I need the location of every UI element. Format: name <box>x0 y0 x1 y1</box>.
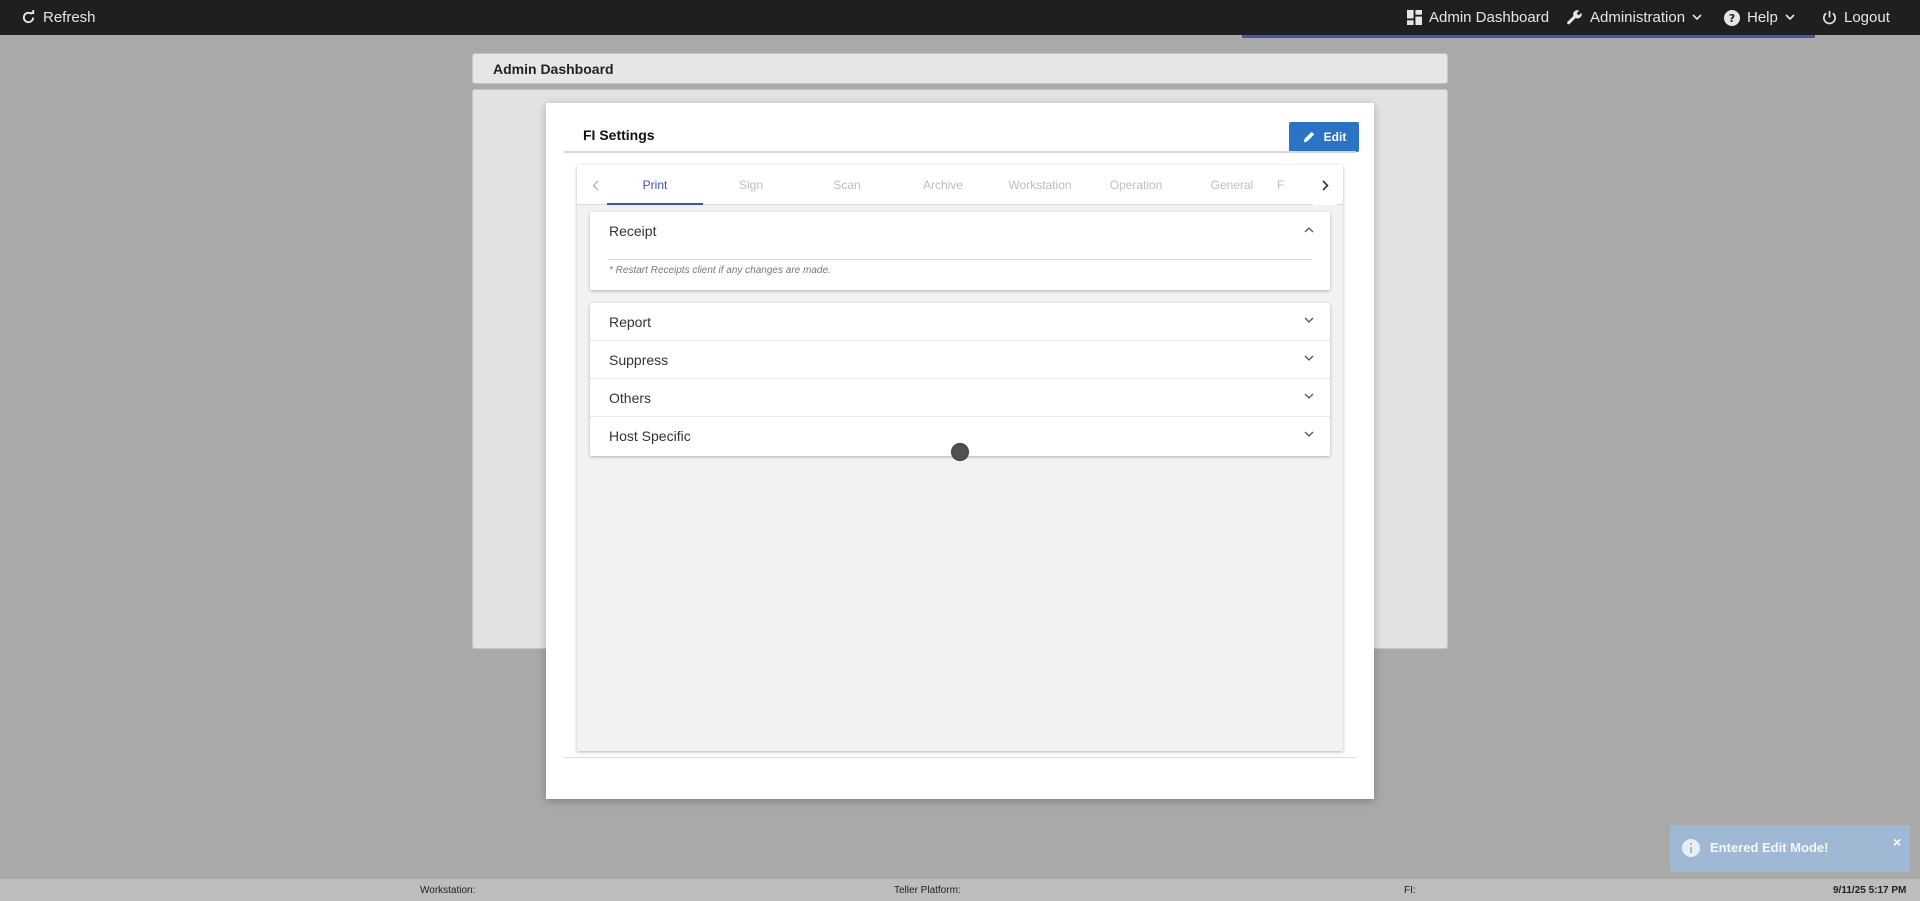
svg-text:?: ? <box>1729 12 1735 25</box>
chevron-left-icon <box>592 180 598 190</box>
chevron-down-icon <box>1692 14 1702 21</box>
top-nav-bar: Refresh Admin Dashboard Administration ?… <box>0 0 1920 38</box>
tab-scroll-left[interactable] <box>583 165 607 205</box>
collapsed-sections: Report Suppress Others Host Specific <box>590 303 1330 456</box>
question-circle-icon: ? <box>1724 9 1740 26</box>
fi-status: FI: <box>1404 885 1416 896</box>
active-tab-indicator <box>607 203 703 205</box>
loading-accent-bar <box>1242 35 1815 38</box>
page-title: Admin Dashboard <box>493 61 614 77</box>
chevron-down-icon <box>1304 393 1314 399</box>
tab-sign[interactable]: Sign <box>703 165 799 205</box>
title-divider <box>564 151 1356 153</box>
receipt-header[interactable]: Receipt <box>590 212 1330 250</box>
status-bar: Workstation: Teller Platform: FI: 9/11/2… <box>0 879 1920 901</box>
tab-scan[interactable]: Scan <box>799 165 895 205</box>
refresh-button[interactable]: Refresh <box>21 0 96 35</box>
report-header[interactable]: Report <box>590 303 1330 341</box>
workstation-status: Workstation: <box>420 885 476 896</box>
toast-message: Entered Edit Mode! <box>1710 840 1829 855</box>
tab-print[interactable]: Print <box>607 165 703 205</box>
edit-mode-toast: Entered Edit Mode! × <box>1670 825 1910 872</box>
tab-f[interactable]: F <box>1273 165 1313 205</box>
edit-button[interactable]: Edit <box>1289 122 1359 152</box>
others-label: Others <box>609 390 652 406</box>
settings-tab-bar: Print Sign Scan Archive Workstation Oper… <box>577 165 1343 205</box>
page-header: Admin Dashboard <box>472 53 1448 84</box>
admin-dashboard-label: Admin Dashboard <box>1429 9 1550 26</box>
teller-platform-status: Teller Platform: <box>894 885 961 896</box>
tab-archive[interactable]: Archive <box>895 165 991 205</box>
administration-menu[interactable]: Administration <box>1566 0 1702 35</box>
modal-title: FI Settings <box>583 127 655 143</box>
tab-general[interactable]: General <box>1184 165 1280 205</box>
refresh-icon <box>22 10 35 24</box>
administration-label: Administration <box>1590 9 1686 26</box>
suppress-header[interactable]: Suppress <box>590 341 1330 379</box>
receipt-label: Receipt <box>609 223 657 239</box>
others-header[interactable]: Others <box>590 379 1330 417</box>
refresh-label: Refresh <box>43 9 96 26</box>
receipt-note: * Restart Receipts client if any changes… <box>609 265 831 276</box>
admin-dashboard-link[interactable]: Admin Dashboard <box>1407 0 1549 35</box>
wrench-icon <box>1567 10 1582 25</box>
receipt-section: Receipt * Restart Receipts client if any… <box>590 212 1330 290</box>
toast-close-button[interactable]: × <box>1893 834 1901 850</box>
logout-label: Logout <box>1844 9 1890 26</box>
host-specific-label: Host Specific <box>609 428 691 444</box>
receipt-divider <box>608 259 1312 260</box>
tab-workstation[interactable]: Workstation <box>992 165 1088 205</box>
suppress-label: Suppress <box>609 352 669 368</box>
help-label: Help <box>1747 9 1778 26</box>
datetime-status: 9/11/25 5:17 PM <box>1833 885 1907 896</box>
chevron-up-icon <box>1304 227 1314 233</box>
tab-operation[interactable]: Operation <box>1088 165 1184 205</box>
info-icon <box>1682 839 1700 857</box>
logout-button[interactable]: Logout <box>1822 0 1890 35</box>
chevron-down-icon <box>1304 317 1314 323</box>
chevron-down-icon <box>1304 355 1314 361</box>
tab-scroll-right[interactable] <box>1313 165 1337 205</box>
help-menu[interactable]: ? Help <box>1724 0 1795 35</box>
power-icon <box>1823 10 1836 25</box>
pencil-icon <box>1303 131 1315 143</box>
chevron-right-icon <box>1321 179 1329 191</box>
edit-label: Edit <box>1323 130 1347 144</box>
report-label: Report <box>609 314 652 330</box>
chevron-down-icon <box>1785 14 1795 21</box>
drag-handle[interactable] <box>951 443 969 461</box>
chevron-down-icon <box>1304 431 1314 437</box>
dashboard-icon <box>1407 10 1422 25</box>
modal-footer-divider <box>564 757 1356 758</box>
